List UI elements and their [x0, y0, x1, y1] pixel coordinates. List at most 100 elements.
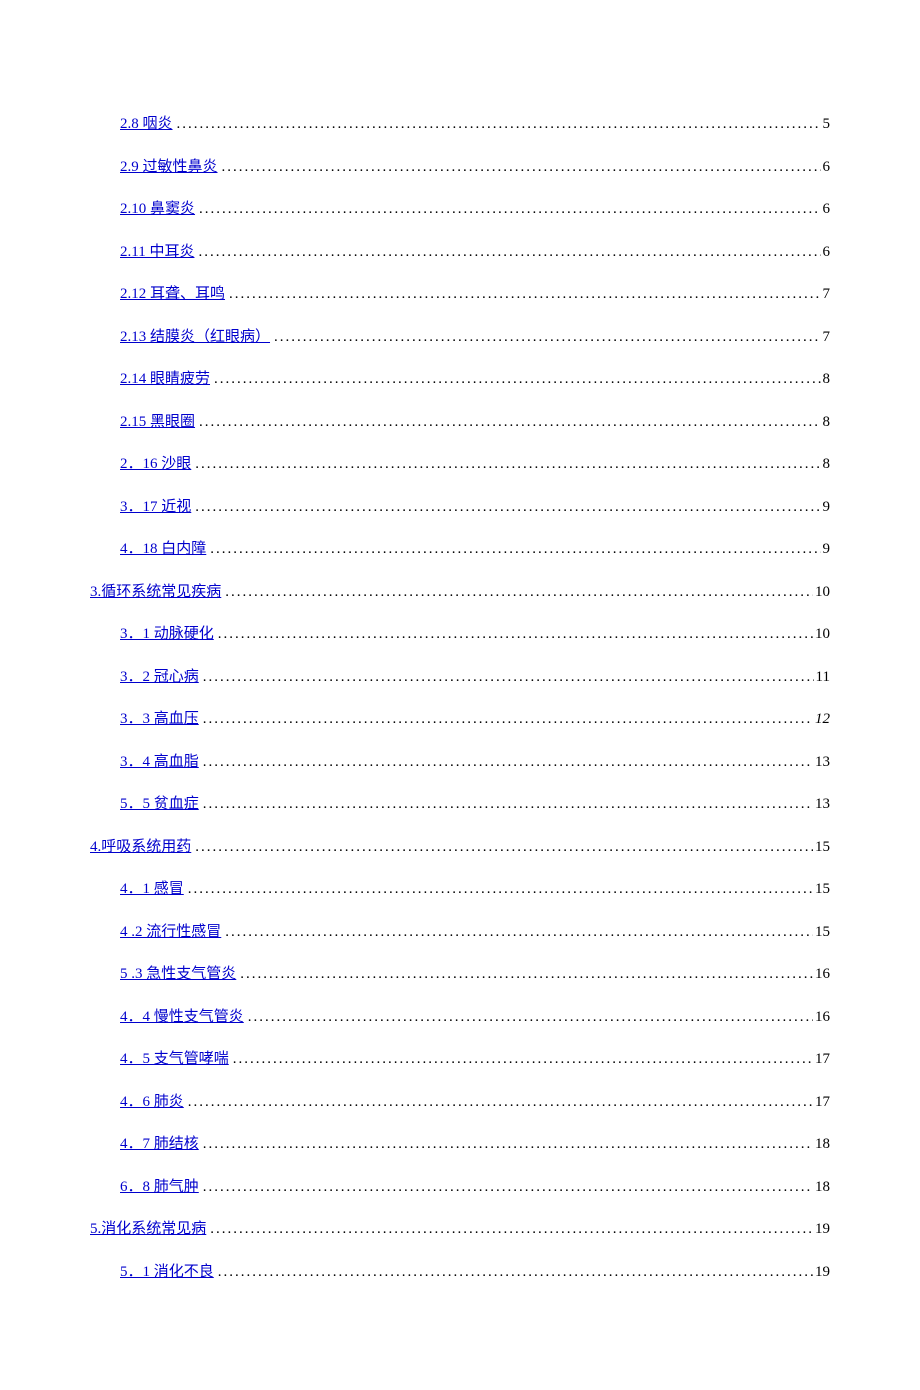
toc-page-number: 9 [821, 535, 831, 564]
toc-link[interactable]: 4．1 感冒 [120, 875, 184, 904]
toc-link[interactable]: 2.11 中耳炎 [120, 238, 194, 267]
toc-leader-dots [191, 493, 820, 522]
toc-page-number: 5 [821, 110, 831, 139]
toc-page-number: 13 [813, 748, 830, 777]
toc-link[interactable]: 4．6 肺炎 [120, 1088, 184, 1117]
toc-leader-dots [199, 663, 814, 692]
toc-leader-dots [184, 1088, 813, 1117]
toc-row: 2.9 过敏性鼻炎 6 [90, 153, 830, 182]
toc-row: 2.10 鼻窦炎 6 [90, 195, 830, 224]
toc-row: 3．17 近视 9 [90, 493, 830, 522]
toc-page-number: 17 [813, 1088, 830, 1117]
toc-page-number: 6 [821, 195, 831, 224]
toc-link[interactable]: 5．1 消化不良 [120, 1258, 214, 1287]
toc-page-number: 12 [813, 705, 830, 734]
toc-leader-dots [195, 408, 820, 437]
toc-leader-dots [195, 195, 820, 224]
toc-leader-dots [218, 153, 821, 182]
toc-leader-dots [221, 918, 813, 947]
toc-page-number: 8 [821, 365, 831, 394]
toc-page-number: 15 [813, 875, 830, 904]
toc-row: 3．1 动脉硬化 10 [90, 620, 830, 649]
toc-page-number: 19 [813, 1258, 830, 1287]
toc-row: 4.呼吸系统用药 15 [90, 833, 830, 862]
toc-link[interactable]: 4.呼吸系统用药 [90, 833, 191, 862]
toc-leader-dots [270, 323, 820, 352]
toc-row: 4．5 支气管哮喘 17 [90, 1045, 830, 1074]
toc-page-number: 11 [814, 663, 830, 692]
toc-leader-dots [199, 1130, 813, 1159]
toc-link[interactable]: 5 .3 急性支气管炎 [120, 960, 236, 989]
toc-page-number: 6 [821, 153, 831, 182]
toc-leader-dots [225, 280, 820, 309]
toc-page-number: 15 [813, 833, 830, 862]
toc-link[interactable]: 4 .2 流行性感冒 [120, 918, 221, 947]
toc-link[interactable]: 2.10 鼻窦炎 [120, 195, 195, 224]
toc-link[interactable]: 3．3 高血压 [120, 705, 199, 734]
toc-row: 4．1 感冒 15 [90, 875, 830, 904]
toc-leader-dots [184, 875, 813, 904]
toc-row: 2.13 结膜炎（红眼病） 7 [90, 323, 830, 352]
toc-link[interactable]: 3．17 近视 [120, 493, 191, 522]
toc-row: 5.消化系统常见病 19 [90, 1215, 830, 1244]
document-page: 2.8 咽炎 5 2.9 过敏性鼻炎 6 2.10 鼻窦炎 6 2.11 中耳炎 6 2.12 … [0, 0, 920, 1390]
toc-link[interactable]: 3．1 动脉硬化 [120, 620, 214, 649]
toc-leader-dots [206, 1215, 813, 1244]
toc-link[interactable]: 2.12 耳聋、耳鸣 [120, 280, 225, 309]
toc-row: 4．4 慢性支气管炎 16 [90, 1003, 830, 1032]
toc-link[interactable]: 4．5 支气管哮喘 [120, 1045, 229, 1074]
toc-leader-dots [221, 578, 813, 607]
toc-row: 3．3 高血压 12 [90, 705, 830, 734]
toc-link[interactable]: 4．4 慢性支气管炎 [120, 1003, 244, 1032]
toc-row: 6．8 肺气肿 18 [90, 1173, 830, 1202]
toc-row: 4．6 肺炎 17 [90, 1088, 830, 1117]
toc-page-number: 8 [821, 408, 831, 437]
toc-link[interactable]: 2.13 结膜炎（红眼病） [120, 323, 270, 352]
toc-row: 4 .2 流行性感冒15 [90, 918, 830, 947]
toc-link[interactable]: 2.14 眼睛疲劳 [120, 365, 210, 394]
toc-leader-dots [199, 1173, 813, 1202]
toc-link[interactable]: 5.消化系统常见病 [90, 1215, 206, 1244]
toc-row: 5．5 贫血症 13 [90, 790, 830, 819]
toc-link[interactable]: 4．7 肺结核 [120, 1130, 199, 1159]
toc-link[interactable]: 2.8 咽炎 [120, 110, 173, 139]
toc-page-number: 7 [821, 323, 831, 352]
toc-leader-dots [199, 790, 813, 819]
toc-link[interactable]: 6．8 肺气肿 [120, 1173, 199, 1202]
toc-page-number: 8 [821, 450, 831, 479]
toc-leader-dots [194, 238, 820, 267]
toc-page-number: 17 [813, 1045, 830, 1074]
toc-leader-dots [206, 535, 820, 564]
toc-page-number: 6 [821, 238, 831, 267]
toc-leader-dots [210, 365, 820, 394]
toc-page-number: 13 [813, 790, 830, 819]
toc-link[interactable]: 3．4 高血脂 [120, 748, 199, 777]
toc-row: 2.14 眼睛疲劳 8 [90, 365, 830, 394]
toc-page-number: 10 [813, 620, 830, 649]
toc-link[interactable]: 2.15 黑眼圈 [120, 408, 195, 437]
toc-row: 5．1 消化不良 19 [90, 1258, 830, 1287]
toc-page-number: 19 [813, 1215, 830, 1244]
toc-leader-dots [191, 450, 820, 479]
toc: 2.8 咽炎 5 2.9 过敏性鼻炎 6 2.10 鼻窦炎 6 2.11 中耳炎 6 2.12 … [90, 110, 830, 1286]
toc-link[interactable]: 2.9 过敏性鼻炎 [120, 153, 218, 182]
toc-row: 3．2 冠心病 11 [90, 663, 830, 692]
toc-row: 2．16 沙眼 8 [90, 450, 830, 479]
toc-page-number: 18 [813, 1130, 830, 1159]
toc-page-number: 10 [813, 578, 830, 607]
toc-page-number: 18 [813, 1173, 830, 1202]
toc-link[interactable]: 2．16 沙眼 [120, 450, 191, 479]
toc-page-number: 16 [813, 1003, 830, 1032]
toc-row: 3.循环系统常见疾病 10 [90, 578, 830, 607]
toc-leader-dots [214, 1258, 813, 1287]
toc-link[interactable]: 4．18 白内障 [120, 535, 206, 564]
toc-link[interactable]: 3．2 冠心病 [120, 663, 199, 692]
toc-link[interactable]: 3.循环系统常见疾病 [90, 578, 221, 607]
toc-leader-dots [214, 620, 813, 649]
toc-leader-dots [236, 960, 813, 989]
toc-link[interactable]: 5．5 贫血症 [120, 790, 199, 819]
toc-leader-dots [191, 833, 813, 862]
toc-page-number: 9 [821, 493, 831, 522]
toc-leader-dots [244, 1003, 813, 1032]
toc-leader-dots [229, 1045, 813, 1074]
